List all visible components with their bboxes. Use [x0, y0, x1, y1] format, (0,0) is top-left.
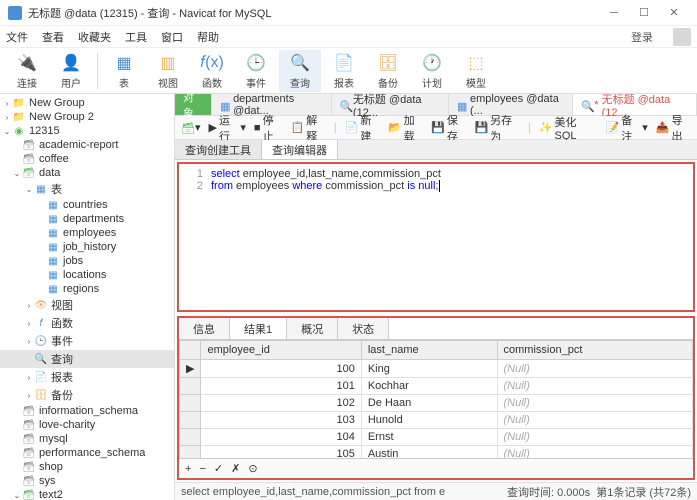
- tree-views[interactable]: ›👁视图: [0, 296, 174, 314]
- menu-view[interactable]: 查看: [42, 29, 64, 45]
- sidebar: ›📁New Group ›📁New Group 2 ⌄◉12315 🗃acade…: [0, 94, 175, 500]
- delete-row-button[interactable]: −: [199, 463, 205, 475]
- tree-table[interactable]: ▦jobs: [0, 254, 174, 268]
- result-status-tab[interactable]: 状态: [338, 318, 389, 339]
- col-employee-id[interactable]: employee_id: [201, 341, 361, 360]
- close-button[interactable]: ✕: [659, 6, 689, 19]
- tree-db[interactable]: 🗃performance_schema: [0, 446, 174, 460]
- result-info-tab[interactable]: 信息: [179, 318, 230, 339]
- tree-db[interactable]: 🗃love-charity: [0, 418, 174, 432]
- saveas-button[interactable]: 💾另存为: [474, 112, 520, 144]
- table-row: 105Austin(Null): [180, 446, 693, 459]
- table-row: 104Ernst(Null): [180, 429, 693, 446]
- refresh-button[interactable]: ⊙: [248, 462, 257, 475]
- query-button[interactable]: 🔍查询: [279, 50, 321, 92]
- minimize-button[interactable]: ─: [599, 7, 629, 19]
- tree-db[interactable]: 🗃information_schema: [0, 404, 174, 418]
- tree-db-data[interactable]: ⌄🗃data: [0, 166, 174, 180]
- backup-button[interactable]: 🗄备份: [367, 50, 409, 92]
- table-row: 103Hunold(Null): [180, 412, 693, 429]
- event-button[interactable]: 🕒事件: [235, 50, 277, 92]
- new-button[interactable]: 📄新建: [345, 112, 380, 144]
- status-records: 第1条记录 (共72条): [596, 487, 691, 499]
- status-time: 查询时间: 0.000s: [507, 487, 590, 499]
- db-selector[interactable]: 🗃▾: [181, 121, 201, 134]
- tree-db[interactable]: 🗃shop: [0, 460, 174, 474]
- tree-group[interactable]: ›📁New Group: [0, 96, 174, 110]
- apply-button[interactable]: ✓: [214, 462, 223, 475]
- tree-queries[interactable]: 🔍查询: [0, 350, 174, 368]
- tree-db[interactable]: 🗃sys: [0, 474, 174, 488]
- menu-file[interactable]: 文件: [6, 29, 28, 45]
- avatar[interactable]: [673, 28, 691, 46]
- table-button[interactable]: ▦表: [103, 50, 145, 92]
- schedule-button[interactable]: 🕐计划: [411, 50, 453, 92]
- explain-button[interactable]: 📋解释: [291, 112, 326, 144]
- add-row-button[interactable]: +: [185, 463, 191, 475]
- view-button[interactable]: ▥视图: [147, 50, 189, 92]
- result-grid[interactable]: employee_idlast_namecommission_pct ▶100K…: [179, 340, 693, 458]
- tree-connection[interactable]: ⌄◉12315: [0, 124, 174, 138]
- tree-group[interactable]: ›📁New Group 2: [0, 110, 174, 124]
- tree-backups[interactable]: ›🗄备份: [0, 386, 174, 404]
- function-button[interactable]: 𝑓(x)函数: [191, 50, 233, 92]
- table-row: 102De Haan(Null): [180, 395, 693, 412]
- note-button[interactable]: 📝备注▾: [606, 112, 648, 144]
- tree-table[interactable]: ▦regions: [0, 282, 174, 296]
- tree-db[interactable]: 🗃coffee: [0, 152, 174, 166]
- save-button[interactable]: 💾保存: [431, 112, 466, 144]
- tree-table[interactable]: ▦employees: [0, 226, 174, 240]
- tree-table[interactable]: ▦job_history: [0, 240, 174, 254]
- menu-window[interactable]: 窗口: [161, 29, 183, 45]
- tree-db[interactable]: 🗃mysql: [0, 432, 174, 446]
- col-commission-pct[interactable]: commission_pct: [497, 341, 692, 360]
- tree-reports[interactable]: ›📄报表: [0, 368, 174, 386]
- window-title: 无标题 @data (12315) - 查询 - Navicat for MyS…: [28, 5, 599, 21]
- tab-objects[interactable]: 对象: [175, 94, 212, 115]
- export-button[interactable]: 📤导出: [656, 112, 691, 144]
- tree-db-text2[interactable]: ⌄🗃text2: [0, 488, 174, 500]
- load-button[interactable]: 📂加载: [388, 112, 423, 144]
- table-row: 101Kochhar(Null): [180, 378, 693, 395]
- tree-table[interactable]: ▦locations: [0, 268, 174, 282]
- status-query: select employee_id,last_name,commission_…: [181, 486, 445, 498]
- run-button[interactable]: ▶ 运行 ▾: [209, 112, 246, 144]
- tree-events[interactable]: ›🕒事件: [0, 332, 174, 350]
- sql-editor[interactable]: 1select employee_id,last_name,commission…: [177, 162, 695, 312]
- query-builder-tab[interactable]: 查询创建工具: [175, 140, 262, 159]
- user-button[interactable]: 👤用户: [50, 50, 92, 92]
- sep: [97, 53, 98, 89]
- model-button[interactable]: ⬚模型: [455, 50, 497, 92]
- col-last-name[interactable]: last_name: [361, 341, 497, 360]
- menu-tools[interactable]: 工具: [125, 29, 147, 45]
- menu-favorites[interactable]: 收藏夹: [78, 29, 111, 45]
- maximize-button[interactable]: ☐: [629, 6, 659, 19]
- result-summary-tab[interactable]: 概况: [287, 318, 338, 339]
- result-data-tab[interactable]: 结果1: [230, 318, 287, 339]
- table-row: ▶100King(Null): [180, 360, 693, 378]
- app-icon: [8, 6, 22, 20]
- menu-help[interactable]: 帮助: [197, 29, 219, 45]
- stop-button[interactable]: ■ 停止: [254, 112, 283, 144]
- report-button[interactable]: 📄报表: [323, 50, 365, 92]
- login-link[interactable]: 登录: [631, 29, 653, 45]
- tree-tables[interactable]: ⌄▦表: [0, 180, 174, 198]
- beautify-button[interactable]: ✨美化 SQL: [539, 114, 598, 142]
- tree-db[interactable]: 🗃academic-report: [0, 138, 174, 152]
- connect-button[interactable]: 🔌连接: [6, 50, 48, 92]
- tree-funcs[interactable]: ›𝑓函数: [0, 314, 174, 332]
- query-editor-tab[interactable]: 查询编辑器: [262, 140, 338, 159]
- cancel-button[interactable]: ✗: [231, 462, 240, 475]
- tree-table[interactable]: ▦departments: [0, 212, 174, 226]
- tree-table[interactable]: ▦countries: [0, 198, 174, 212]
